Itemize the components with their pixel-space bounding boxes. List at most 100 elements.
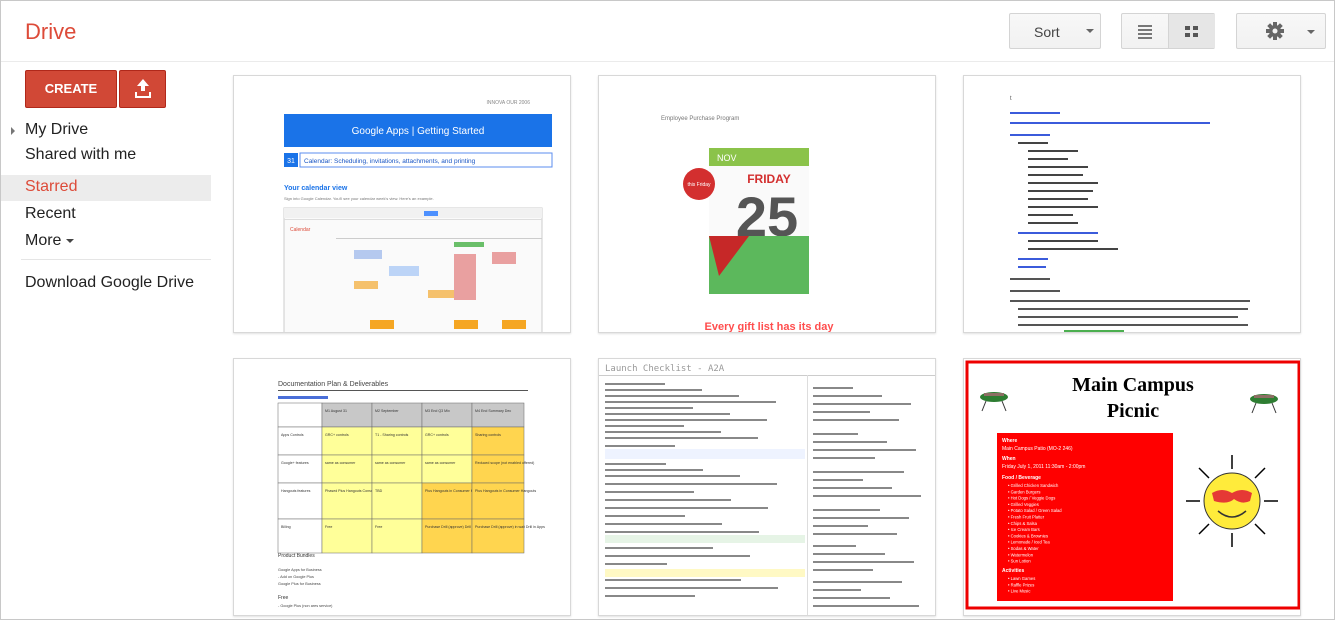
checklist-line [605, 425, 684, 427]
upload-button[interactable] [119, 70, 166, 108]
outline-line [1018, 258, 1048, 260]
sort-button[interactable]: Sort [1009, 13, 1101, 49]
drive-logo[interactable]: Drive [25, 19, 76, 45]
download-google-drive-link[interactable]: Download Google Drive [1, 271, 211, 297]
file-tile-friday-promo[interactable]: Employee Purchase Program NOV FRIDAY 25 … [598, 75, 936, 333]
table-cell [277, 454, 323, 484]
promo-footer: Every gift list has its day [705, 321, 835, 333]
sidebar-item-my-drive[interactable]: My Drive [1, 118, 211, 144]
checklist-line [605, 475, 740, 477]
checklist-line [813, 403, 911, 405]
divider [807, 375, 808, 615]
list-view-button[interactable] [1122, 14, 1169, 48]
checklist-line [813, 525, 868, 527]
sort-label: Sort [1034, 24, 1060, 40]
sidebar-item-more[interactable]: More [1, 229, 211, 255]
table-cell-text: TBD [375, 489, 383, 493]
table-cell-text: Google+ features [281, 461, 309, 465]
flyer-menu-label: Food / Beverage [1002, 475, 1041, 481]
flyer-where-label: Where [1002, 438, 1018, 444]
checklist-line [605, 401, 776, 403]
file-tile-launch-checklist[interactable]: Launch Checklist - A2A [598, 358, 936, 616]
checklist-line [813, 449, 916, 451]
outline-line [1028, 222, 1078, 224]
flyer-title-line2: Picnic [1107, 400, 1159, 422]
checklist-line [605, 389, 702, 391]
flyer-menu-item: • Garden Burgers [1008, 489, 1040, 494]
checklist-line [813, 597, 890, 599]
flyer-title-line1: Main Campus [1072, 374, 1194, 396]
table-cell-text: Plus Hangouts in Consumer Hangouts [475, 489, 536, 493]
sidebar-item-shared-with-me[interactable]: Shared with me [1, 143, 211, 169]
checklist-line [813, 387, 853, 389]
outline-line [1028, 240, 1098, 242]
table-cell [471, 426, 525, 456]
table-cell-text: GRC+ controls [425, 433, 449, 437]
table-cell [277, 402, 323, 428]
document-thumbnail: Documentation Plan & Deliverables Produc… [277, 381, 545, 608]
table-cell-text: Sharing controls [475, 433, 501, 437]
checklist-line [605, 547, 713, 549]
checklist-line [605, 483, 777, 485]
checklist-line [813, 495, 921, 497]
product-line: Google Apps for Business [278, 568, 322, 572]
flyer-activity-item: • Raffle Prizes [1008, 582, 1034, 587]
table-cell-text: M1 August 31 [325, 409, 347, 413]
checklist-line [605, 515, 685, 517]
table-cell [421, 426, 473, 456]
sidebar-divider [21, 259, 211, 260]
checklist-line [605, 499, 731, 501]
calendar-app-label: Calendar [290, 227, 311, 233]
checklist-line [813, 479, 863, 481]
checklist-line [813, 605, 919, 607]
outline-line [1028, 198, 1088, 200]
gear-icon [1266, 22, 1284, 40]
create-button[interactable]: CREATE [25, 70, 117, 108]
outline-line [1010, 134, 1050, 136]
table-cell [277, 426, 323, 456]
checklist-line [813, 553, 885, 555]
table-cell-text: same as consumer [325, 461, 356, 465]
free-title: Free [278, 595, 289, 601]
flyer-menu-item: • Potato Salad / Green Salad [1008, 508, 1062, 513]
chevron-down-icon [66, 238, 75, 243]
flyer-activity-item: • Lawn Games [1008, 576, 1035, 581]
header-divider [1, 61, 1334, 62]
body-line [1010, 278, 1050, 280]
table-cell-text: M2 September [375, 409, 399, 413]
grid-view-button[interactable] [1169, 14, 1215, 48]
free-line: - Google Plus (non ares service) [278, 604, 333, 608]
flyer-activity-item: • Live Music [1008, 589, 1030, 594]
outline-line [1010, 122, 1210, 124]
body-line [1018, 316, 1238, 318]
file-tile-picnic-flyer[interactable]: Main Campus Picnic Where Main Campus Pat… [963, 358, 1301, 616]
doc-title: Documentation Plan & Deliverables [278, 381, 389, 388]
checklist-title: Launch Checklist - A2A [605, 364, 725, 374]
highlight-row [605, 535, 805, 543]
doc-badge: t [1010, 96, 1012, 102]
file-tile-text-doc[interactable]: t [963, 75, 1301, 333]
sidebar-item-label: Download Google Drive [25, 274, 194, 291]
checklist-line [605, 531, 759, 533]
sidebar-item-starred[interactable]: Starred [1, 175, 211, 201]
checklist-line [813, 517, 909, 519]
checklist-line [813, 545, 856, 547]
file-tile-getting-started[interactable]: INNOVA OUR 2006 Google Apps | Getting St… [233, 75, 571, 333]
doc-banner-text: Google Apps | Getting Started [352, 126, 485, 137]
settings-button[interactable] [1236, 13, 1326, 49]
sidebar-item-label: Shared with me [25, 146, 137, 163]
title-rule [278, 390, 528, 391]
doc-subtext: Sign into Google Calendar. You'll see yo… [284, 196, 434, 201]
table-cell-text: T1 - Sharing controls [375, 433, 409, 437]
document-thumbnail: t [1010, 96, 1250, 332]
table-cell-text: Apps Controls [281, 433, 304, 437]
checklist-line [813, 395, 882, 397]
outline-line [1028, 158, 1068, 160]
file-tile-documentation-plan[interactable]: Documentation Plan & Deliverables Produc… [233, 358, 571, 616]
checklist-line [605, 491, 694, 493]
sidebar-item-recent[interactable]: Recent [1, 202, 211, 228]
product-title: Product Bundles [278, 553, 315, 559]
expand-arrow-icon[interactable] [11, 127, 15, 135]
promo-top-text: Employee Purchase Program [661, 116, 739, 122]
checklist-line [813, 509, 880, 511]
